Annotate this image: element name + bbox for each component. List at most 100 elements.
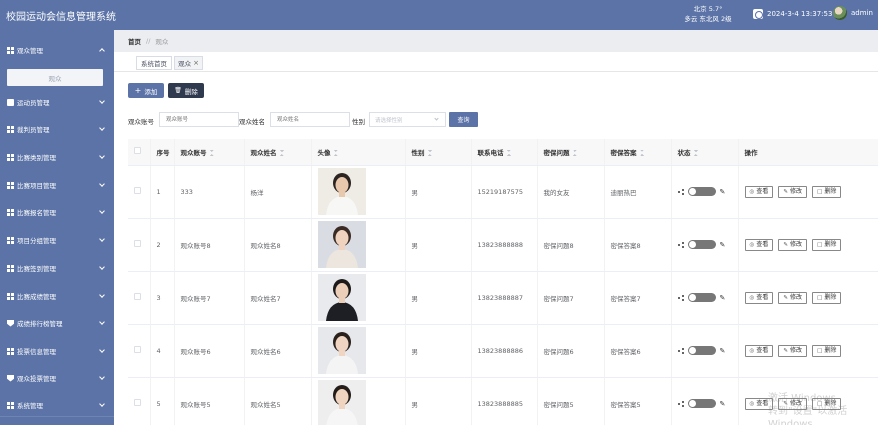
sidebar-item-system[interactable]: 系统管理 — [0, 395, 114, 415]
header-question[interactable]: 密保问题 — [537, 139, 605, 166]
gender-select[interactable]: 请选择性别 — [369, 112, 446, 127]
view-button[interactable]: ◎ 查看 — [744, 344, 774, 357]
row-checkbox[interactable] — [134, 293, 141, 300]
view-button[interactable]: ◎ 查看 — [744, 397, 774, 410]
name-search-input[interactable] — [270, 112, 350, 127]
avatar-photo[interactable] — [317, 327, 366, 374]
sidebar-item-rankings[interactable]: 成绩排行榜管理 — [0, 313, 114, 333]
table-row[interactable]: 1 333 杨洋 男 15219187575 我的女友 迪丽热巴 ✎ ◎ 查看 ✎… — [128, 165, 878, 219]
row-select-cell[interactable] — [128, 271, 151, 325]
sort-icon[interactable] — [209, 149, 214, 156]
tab-home[interactable]: 系统首页 — [136, 56, 172, 70]
sidebar-subitem-audience[interactable]: 观众 — [7, 69, 103, 86]
pencil-icon[interactable]: ✎ — [720, 347, 726, 355]
sidebar-item-registration[interactable]: 比赛报名管理 — [0, 202, 114, 222]
row-select-cell[interactable] — [128, 324, 151, 378]
pencil-icon[interactable]: ✎ — [720, 241, 726, 249]
edit-button[interactable]: ✎ 修改 — [778, 291, 808, 304]
table-row[interactable]: 4 观众账号6 观众姓名6 男 13823888886 密保问题6 密保答案6 … — [128, 324, 878, 378]
table-row[interactable]: 5 观众账号5 观众姓名5 男 13823888885 密保问题5 密保答案5 … — [128, 377, 878, 425]
sidebar-item-vote-info[interactable]: 投票信息管理 — [0, 341, 114, 361]
view-button[interactable]: ◎ 查看 — [744, 185, 774, 198]
query-button[interactable]: 查询 — [449, 112, 478, 127]
sidebar-item-events[interactable]: 比赛项目管理 — [0, 175, 114, 195]
row-checkbox[interactable] — [134, 240, 141, 247]
header-answer[interactable]: 密保答案 — [604, 139, 672, 166]
sidebar-item-check-in[interactable]: 比赛签到管理 — [0, 258, 114, 278]
delete-row-button[interactable]: □ 删除 — [812, 238, 842, 251]
pencil-icon: ✎ — [783, 400, 789, 407]
status-toggle[interactable] — [687, 399, 716, 408]
user-menu[interactable]: admin — [833, 6, 873, 20]
sort-icon[interactable] — [427, 149, 432, 156]
header-gender[interactable]: 性别 — [405, 139, 472, 166]
sidebar-item-audience[interactable]: 观众管理 — [0, 40, 114, 60]
sidebar-item-results[interactable]: 比赛成绩管理 — [0, 286, 114, 306]
delete-row-button[interactable]: □ 删除 — [812, 344, 842, 357]
avatar-photo[interactable] — [317, 168, 366, 215]
edit-button[interactable]: ✎ 修改 — [778, 238, 808, 251]
row-checkbox[interactable] — [134, 187, 141, 194]
share-icon[interactable] — [677, 189, 684, 195]
table-row[interactable]: 2 观众账号8 观众姓名8 男 13823888888 密保问题8 密保答案8 … — [128, 218, 878, 272]
avatar-photo[interactable] — [317, 221, 366, 268]
share-icon[interactable] — [677, 401, 684, 407]
sidebar-item-athletes[interactable]: 运动员管理 — [0, 92, 114, 112]
delete-row-button[interactable]: □ 删除 — [812, 291, 842, 304]
view-button[interactable]: ◎ 查看 — [744, 291, 774, 304]
sort-icon[interactable] — [333, 149, 338, 156]
row-gender: 男 — [405, 218, 472, 272]
sidebar-item-referees[interactable]: 裁判员管理 — [0, 119, 114, 139]
status-toggle[interactable] — [687, 346, 716, 355]
sort-icon[interactable] — [572, 149, 577, 156]
tab-audience[interactable]: 观众 × — [174, 56, 203, 70]
delete-row-button[interactable]: □ 删除 — [812, 397, 842, 410]
status-toggle[interactable] — [687, 187, 716, 196]
breadcrumb-home[interactable]: 首页 — [128, 36, 141, 46]
status-toggle[interactable] — [687, 240, 716, 249]
username[interactable]: admin — [851, 9, 873, 17]
avatar-photo[interactable] — [317, 274, 366, 321]
table-row[interactable]: 3 观众账号7 观众姓名7 男 13823888887 密保问题7 密保答案7 … — [128, 271, 878, 325]
select-all-checkbox[interactable] — [134, 147, 141, 155]
pencil-icon[interactable]: ✎ — [720, 400, 726, 408]
delete-button[interactable]: 🗑 删除 — [168, 83, 204, 98]
add-button[interactable]: + 添加 — [128, 83, 164, 98]
header-avatar[interactable]: 头像 — [311, 139, 406, 166]
edit-button[interactable]: ✎ 修改 — [778, 185, 808, 198]
share-icon[interactable] — [677, 295, 684, 301]
avatar[interactable] — [833, 6, 847, 20]
row-select-cell[interactable] — [128, 218, 151, 272]
header-phone[interactable]: 联系电话 — [471, 139, 538, 166]
row-select-cell[interactable] — [128, 377, 151, 425]
sidebar-item-event-categories[interactable]: 比赛类别管理 — [0, 147, 114, 167]
header-account[interactable]: 观众账号 — [174, 139, 245, 166]
account-search-input[interactable] — [159, 112, 239, 127]
avatar-photo[interactable] — [317, 380, 366, 425]
sort-icon[interactable] — [639, 149, 644, 156]
select-all-cell[interactable] — [128, 139, 151, 166]
pencil-icon[interactable]: ✎ — [720, 294, 726, 302]
sort-icon[interactable] — [693, 149, 698, 156]
chevron-down-icon — [99, 401, 105, 407]
status-toggle[interactable] — [687, 293, 716, 302]
sidebar-divider — [0, 416, 114, 417]
sort-icon[interactable] — [279, 149, 284, 156]
pencil-icon[interactable]: ✎ — [720, 188, 726, 196]
sidebar-item-label: 系统管理 — [17, 402, 43, 410]
share-icon[interactable] — [677, 242, 684, 248]
header-name[interactable]: 观众姓名 — [244, 139, 312, 166]
row-select-cell[interactable] — [128, 165, 151, 219]
view-button[interactable]: ◎ 查看 — [744, 238, 774, 251]
close-icon[interactable]: × — [193, 59, 199, 67]
delete-row-button[interactable]: □ 删除 — [812, 185, 842, 198]
share-icon[interactable] — [677, 348, 684, 354]
row-checkbox[interactable] — [134, 399, 141, 406]
edit-button[interactable]: ✎ 修改 — [778, 344, 808, 357]
sidebar-item-audience-votes[interactable]: 观众投票管理 — [0, 368, 114, 388]
row-checkbox[interactable] — [134, 346, 141, 353]
edit-button[interactable]: ✎ 修改 — [778, 397, 808, 410]
header-status[interactable]: 状态 — [671, 139, 739, 166]
sort-icon[interactable] — [506, 149, 511, 156]
sidebar-item-grouping[interactable]: 项目分组管理 — [0, 230, 114, 250]
